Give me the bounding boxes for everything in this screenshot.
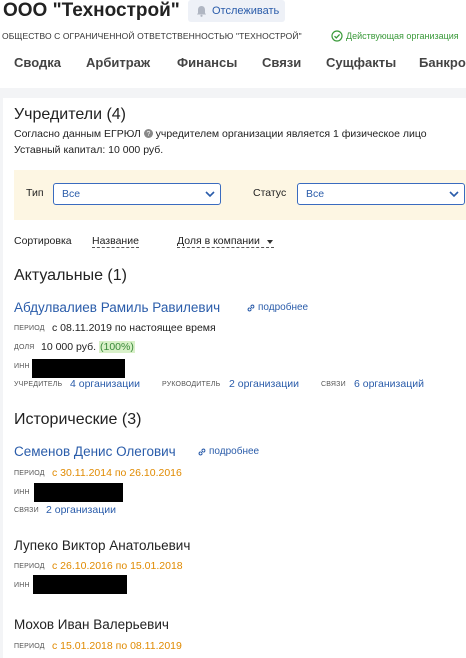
egrul-info-text2: учредителем организации является 1 физич…: [155, 128, 427, 140]
links-label: связи: [14, 507, 39, 514]
period-value: с 30.11.2014 по 26.10.2016: [52, 467, 182, 479]
historic-name-1[interactable]: Семенов Денис Олегович: [14, 444, 176, 459]
more-label: подробнее: [258, 302, 309, 313]
sort-by-share[interactable]: Доля в компании: [177, 235, 274, 248]
period-value: с 08.11.2019 по настоящее время: [52, 322, 216, 334]
status-text: Действующая организация: [346, 31, 459, 41]
track-button[interactable]: Отслеживать: [188, 0, 286, 22]
more-label: подробнее: [209, 446, 260, 457]
svg-text:?: ?: [146, 131, 150, 138]
founder-name[interactable]: Абдулвалиев Рамиль Равилевич: [14, 300, 220, 315]
tab-facts[interactable]: Сущфакты: [326, 55, 396, 70]
company-full-name: ОБЩЕСТВО С ОГРАНИЧЕННОЙ ОТВЕТСТВЕННОСТЬЮ…: [2, 31, 302, 41]
links-link[interactable]: 6 организаций: [354, 378, 424, 390]
period-label: период: [14, 470, 45, 477]
inn-label: инн: [14, 582, 30, 589]
more-link[interactable]: подробнее: [197, 446, 259, 457]
egrul-info-text: Согласно данным ЕГРЮЛ: [14, 128, 141, 140]
inn-label: инн: [14, 489, 30, 496]
left-gutter: [0, 88, 3, 658]
capital-text: Уставный капитал: 10 000 руб.: [14, 144, 164, 156]
head-link[interactable]: 2 организации: [229, 378, 299, 390]
inn-label: инн: [14, 363, 30, 370]
tab-finance[interactable]: Финансы: [177, 55, 237, 70]
status-value: Все: [306, 188, 325, 200]
link-icon: [247, 304, 255, 311]
track-label: Отслеживать: [212, 5, 280, 17]
status-label: Статус: [253, 187, 287, 199]
inn-redacted: [34, 483, 123, 502]
link-icon: [198, 448, 206, 455]
bell-icon: [197, 6, 206, 17]
more-link[interactable]: подробнее: [246, 302, 308, 313]
links-link[interactable]: 2 организации: [46, 504, 116, 516]
check-circle-icon: [331, 30, 343, 42]
company-title: ООО "Технострой": [3, 0, 180, 21]
period-label: период: [14, 563, 45, 570]
links-label: связи: [321, 381, 346, 388]
inn-redacted: [32, 359, 125, 378]
founders-title: Учредители (4): [14, 106, 127, 123]
type-value: Все: [62, 188, 81, 200]
founder-of-label: учредитель: [14, 381, 63, 388]
share-label: доля: [14, 344, 35, 351]
separator: [0, 88, 466, 98]
sort-label: Сортировка: [14, 235, 72, 247]
tab-bankruptcy[interactable]: Банкро: [419, 55, 466, 70]
founder-of-link[interactable]: 4 организации: [70, 378, 140, 390]
share-percent: (100%): [98, 341, 135, 353]
period-value: с 15.01.2018 по 08.11.2019: [52, 640, 182, 652]
egrul-info: Согласно данным ЕГРЮЛ ? учредителем орга…: [14, 128, 427, 140]
caret-down-icon: [266, 240, 273, 244]
period-value: с 26.10.2016 по 15.01.2018: [52, 560, 183, 572]
actual-title: Актуальные (1): [14, 267, 127, 284]
help-icon[interactable]: ?: [143, 129, 153, 138]
historic-title: Исторические (3): [14, 411, 142, 428]
tab-bar: Сводка Арбитраж Финансы Связи Сущфакты Б…: [0, 51, 466, 89]
inn-redacted: [33, 575, 127, 594]
tab-arbitration[interactable]: Арбитраж: [86, 55, 150, 70]
status-badge: Действующая организация: [331, 30, 459, 42]
historic-name-2: Лупеко Виктор Анатольевич: [14, 538, 191, 553]
sort-by-share-label: Доля в компании: [177, 235, 260, 247]
period-label: период: [14, 325, 45, 332]
head-label: руководитель: [162, 381, 221, 388]
company-header: ООО "Технострой" Отслеживать ОБЩЕСТВО С …: [0, 0, 466, 89]
chevron-down-icon: [205, 191, 215, 198]
type-label: Тип: [26, 187, 44, 199]
filter-panel: Тип Все Статус Все: [14, 170, 466, 220]
status-select[interactable]: Все: [297, 183, 465, 205]
historic-name-3: Мохов Иван Валерьевич: [14, 617, 169, 632]
type-select[interactable]: Все: [53, 183, 221, 205]
chevron-down-icon: [449, 191, 459, 198]
share-amount: 10 000 руб.: [41, 341, 97, 353]
tab-connections[interactable]: Связи: [262, 55, 301, 70]
period-label: период: [14, 643, 45, 650]
share-value: 10 000 руб. (100%): [41, 341, 135, 353]
tab-summary[interactable]: Сводка: [14, 55, 61, 70]
sort-by-name[interactable]: Название: [92, 235, 139, 248]
